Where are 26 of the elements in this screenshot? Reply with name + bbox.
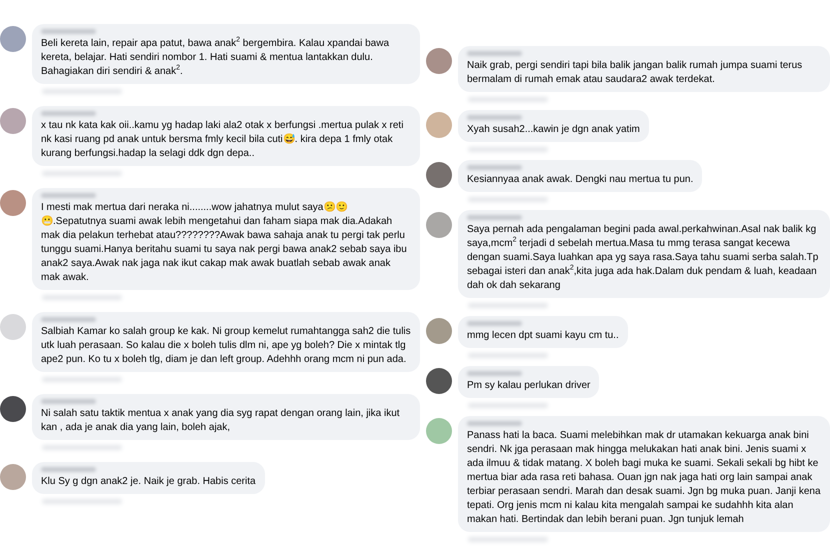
comment-text: Saya pernah ada pengalaman begini pada awal.perkahwinan.Asal nak balik kg saya,mcm$^{2}$ terjadi d sebelah mertua.Masa tu mmg terasa sangat kecewa dengan suami.Saya luahkan apa yg saya rasa.Saya tahu suami serba salah.Tp sebagai isteri dan anak$^{2}$,kita juga ada hak.Dalam duk pendam & luah, keadaan dah ok dah sekarang: [467, 223, 820, 293]
comment-text: Xyah susah2...kawin je dgn anak yatim: [467, 123, 640, 137]
blurred-name: [41, 317, 96, 322]
blurred-name: [467, 51, 522, 56]
comment-text: Beli kereta lain, repair apa patut, bawa anak$^{2}$ bergembira. Kalau xpandai bawa kereta, belajar. Hati sendiri nombor 1. Hati suami & mentua lantakkan dulu. Bahagiakan diri sendiri & anak$^{2}$.: [41, 37, 390, 79]
comment-text: Pm sy kalau perlukan driver: [467, 379, 590, 393]
comment-text: Klu Sy g dgn anak2 je. Naik je grab. Habis cerita: [41, 475, 256, 489]
blurred-name: [41, 399, 96, 404]
comment-text: x tau nk kata kak oii..kamu yg hadap laki ala2 otak x berfungsi .mertua pulak x reti nk kasi ruang pd anak untuk bersma fmly kecil bila cuti😅. kira depa 1 fmly otak kurang berfungsi.hadap la selagi ddk dgn depa..: [41, 119, 404, 161]
blurred-name: [467, 215, 522, 220]
blurred-name: [467, 115, 522, 120]
blurred-name: [467, 421, 522, 426]
comment-text: Panass hati la baca. Suami melebihkan mak dr utamakan kekuarga anak bini sendri. Nk jga perasaan mak hingga melukakan hati anak bini. Jenis suami x ada ilmuu & tidak matang. X boleh bagi muka ke suami. Sekali sekali bg hibt ke mertua biar ada rasa reti bahasa. Ouan jgn nak jaga hati org lain sampai anak terbiar perasaan sendri. Marah dan desak suami. Jgn bg muka puan. Janji kena tepati. Org jenis mcm ni kalau kita mengalah sampai ke sudahhh kita alan makan hati. Bertindak dan lebih berani puan. Jgn tunjuk lemah: [467, 429, 821, 527]
blurred-name: [41, 193, 96, 198]
comment-text: Salbiah Kamar ko salah group ke kak. Ni group kemelut rumahtangga sah2 die tulis utk luah perasaan. So kalau die x boleh tulis dlm ni, ape yg boleh? Die x mintak tlg ape2 pun. Ko tu x boleh tlg, diam je dan left group. Adehhh orang mcm ni pun ada.: [41, 325, 411, 367]
comment-text: I mesti mak mertua dari neraka ni........wow jahatnya mulut saya😕🙂😬.Sepatutnya suami awak lebih mengetahui dan faham siapa mak dia.Adakah mak dia pelakun terhebat atau????????Awak bawa sahaja anak tu pergi tak perlu tunggu suami.Hanya beritahu suami tu saya nak pergi bawa anak2 sebab saya ibu anak2 saya.Awak nak jaga nak ikut cakap mak awak buatlah sebab awak anak mak awak.: [41, 201, 408, 285]
comment-text: Kesiannyaa anak awak. Dengki nau mertua tu pun.: [467, 173, 694, 187]
blurred-name: [41, 29, 96, 34]
comment-text: mmg lecen dpt suami kayu cm tu..: [467, 329, 619, 343]
comment-text: Naik grab, pergi sendiri tapi bila balik jangan balik rumah jumpa suami terus bermalam di rumah emak atau saudara2 awak terdekat.: [467, 59, 804, 87]
blurred-name: [41, 467, 96, 472]
blurred-name: [467, 371, 522, 376]
comment-text: Ni salah satu taktik mentua x anak yang dia syg rapat dengan orang lain, jika ikut kan , ada je anak dia yang lain, boleh ajak,: [41, 407, 401, 435]
blurred-name: [41, 111, 96, 116]
blurred-name: [467, 165, 522, 170]
blurred-name: [467, 321, 522, 326]
